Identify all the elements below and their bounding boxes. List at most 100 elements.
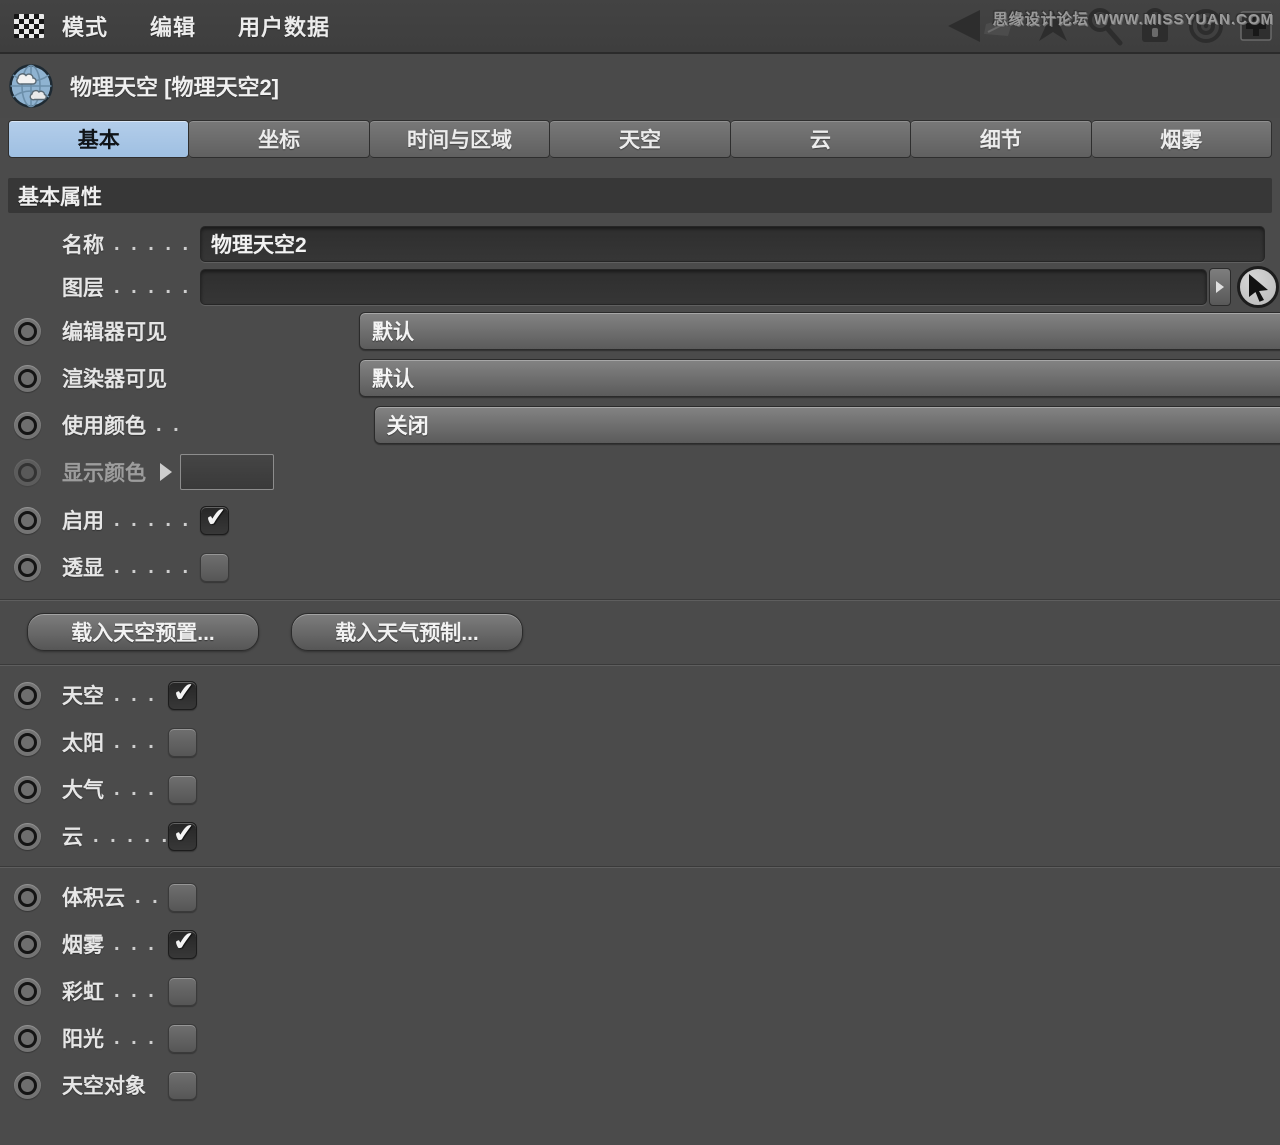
object-title: 物理天空 [物理天空2] xyxy=(70,70,279,102)
separator xyxy=(0,866,1280,868)
name-input[interactable]: 物理天空2 xyxy=(200,226,1265,262)
search-icon[interactable] xyxy=(1084,6,1124,46)
add-object-icon[interactable] xyxy=(1240,10,1272,42)
cursor-icon xyxy=(1244,272,1272,302)
use-color-label: 使用颜色 xyxy=(62,410,146,440)
animation-ring-icon[interactable] xyxy=(14,507,41,534)
toggle-checkbox[interactable] xyxy=(168,1024,197,1053)
row-toggle: 云 . . . . . xyxy=(8,821,1272,851)
enabled-checkbox[interactable] xyxy=(200,506,229,535)
tab-0[interactable]: 基本 xyxy=(8,120,189,158)
row-layer: 图层 . . . . . xyxy=(8,272,1272,302)
toggle-checkbox[interactable] xyxy=(168,1071,197,1100)
row-toggle: 天空. . . xyxy=(8,680,1272,710)
row-name: 名称 . . . . . 物理天空2 xyxy=(8,229,1272,259)
menu-edit[interactable]: 编辑 xyxy=(150,10,196,42)
properties-panel: 名称 . . . . . 物理天空2 图层 . . . . . 编辑器可见 默认 xyxy=(8,229,1272,582)
animation-ring-icon[interactable] xyxy=(14,1025,41,1052)
dots: . . . . . xyxy=(114,233,191,256)
display-color-swatch[interactable] xyxy=(180,454,274,490)
toggle-checkbox[interactable] xyxy=(168,728,197,757)
toggle-label: 太阳 xyxy=(62,727,104,757)
xray-label: 透显 xyxy=(62,552,104,582)
animation-ring-icon[interactable] xyxy=(14,365,41,392)
dots: . . . . . xyxy=(93,825,170,848)
grip-pattern-icon[interactable] xyxy=(14,14,44,38)
animation-ring-icon[interactable] xyxy=(14,554,41,581)
menu-mode[interactable]: 模式 xyxy=(62,10,108,42)
physical-sky-icon xyxy=(8,63,54,109)
toggle-checkbox[interactable] xyxy=(168,775,197,804)
back-arrow-icon[interactable] xyxy=(944,8,1022,44)
toggle-checkbox[interactable] xyxy=(168,822,197,851)
row-renderer-visibility: 渲染器可见 默认 xyxy=(8,359,1272,397)
preset-buttons: 载入天空预置... 载入天气预制... xyxy=(0,613,1280,651)
toggle-checkbox[interactable] xyxy=(168,977,197,1006)
layer-input[interactable] xyxy=(200,269,1207,305)
animation-ring-icon[interactable] xyxy=(14,1072,41,1099)
tab-1[interactable]: 坐标 xyxy=(189,120,369,158)
tabs: 基本坐标时间与区域天空云细节烟雾 xyxy=(8,120,1272,158)
editor-visibility-dropdown[interactable]: 默认 xyxy=(359,312,1280,350)
load-weather-preset-button[interactable]: 载入天气预制... xyxy=(291,613,523,651)
row-xray: 透显 . . . . . xyxy=(8,552,1272,582)
animation-ring-icon[interactable] xyxy=(14,823,41,850)
dots: . . . . . xyxy=(114,556,191,579)
renderer-visibility-dropdown[interactable]: 默认 xyxy=(359,359,1280,397)
toggle-checkbox[interactable] xyxy=(168,681,197,710)
toggle-checkbox[interactable] xyxy=(168,883,197,912)
row-enabled: 启用 . . . . . xyxy=(8,505,1272,535)
toggle-label: 大气 xyxy=(62,774,104,804)
row-toggle: 烟雾. . . xyxy=(8,929,1272,959)
animation-ring-icon[interactable] xyxy=(14,884,41,911)
tab-4[interactable]: 云 xyxy=(731,120,911,158)
dots: . . . xyxy=(114,731,157,754)
animation-ring-icon[interactable] xyxy=(14,318,41,345)
load-sky-preset-button[interactable]: 载入天空预置... xyxy=(27,613,259,651)
toggle-label: 烟雾 xyxy=(62,929,104,959)
xray-checkbox[interactable] xyxy=(200,553,229,582)
dots: . . . . . xyxy=(114,276,191,299)
animation-ring-icon[interactable] xyxy=(14,931,41,958)
menu-user-data[interactable]: 用户数据 xyxy=(238,10,330,42)
toggle-label: 天空对象 xyxy=(62,1070,146,1100)
section-basic-properties[interactable]: 基本属性 xyxy=(8,178,1272,213)
row-toggle: 太阳 . . . xyxy=(8,727,1272,757)
object-titlebar: 物理天空 [物理天空2] xyxy=(0,54,1280,118)
use-color-dropdown[interactable]: 关闭 xyxy=(374,406,1280,444)
expand-arrow-icon[interactable] xyxy=(160,463,172,481)
animation-ring-icon[interactable] xyxy=(14,412,41,439)
lock-icon[interactable] xyxy=(1138,7,1172,45)
component-toggles-group2: 体积云. . 烟雾. . . 彩虹. . . 阳光 . . . 天空对象 xyxy=(8,882,1272,1100)
row-use-color: 使用颜色 . . 关闭 xyxy=(8,406,1272,444)
toggle-label: 天空 xyxy=(62,680,104,710)
row-toggle: 大气. . . xyxy=(8,774,1272,804)
tab-5[interactable]: 细节 xyxy=(911,120,1091,158)
toggle-label: 云 xyxy=(62,821,83,851)
animation-ring-icon[interactable] xyxy=(14,729,41,756)
tab-6[interactable]: 烟雾 xyxy=(1092,120,1272,158)
animation-ring-icon[interactable] xyxy=(14,978,41,1005)
toggle-label: 体积云 xyxy=(62,882,125,912)
toggle-label: 阳光 xyxy=(62,1023,104,1053)
row-toggle: 彩虹. . . xyxy=(8,976,1272,1006)
toggle-label: 彩虹 xyxy=(62,976,104,1006)
row-toggle: 阳光 . . . xyxy=(8,1023,1272,1053)
tab-3[interactable]: 天空 xyxy=(550,120,730,158)
dots: . . . . . xyxy=(114,509,191,532)
menubar: 模式 编辑 用户数据 xyxy=(0,0,1280,54)
animation-ring-icon[interactable] xyxy=(14,682,41,709)
editor-visibility-label: 编辑器可见 xyxy=(62,316,167,346)
animation-ring-icon[interactable] xyxy=(14,776,41,803)
tab-2[interactable]: 时间与区域 xyxy=(370,120,550,158)
up-arrow-icon[interactable] xyxy=(1036,8,1070,44)
layer-pick-button[interactable] xyxy=(1237,266,1279,308)
dropdown-value: 默认 xyxy=(372,316,414,346)
dots: . . . xyxy=(114,1027,157,1050)
row-toggle: 天空对象 xyxy=(8,1070,1272,1100)
animation-ring-icon xyxy=(14,459,41,486)
row-toggle: 体积云. . xyxy=(8,882,1272,912)
layer-browse-button[interactable] xyxy=(1209,268,1231,306)
target-icon[interactable] xyxy=(1186,6,1226,46)
toggle-checkbox[interactable] xyxy=(168,930,197,959)
